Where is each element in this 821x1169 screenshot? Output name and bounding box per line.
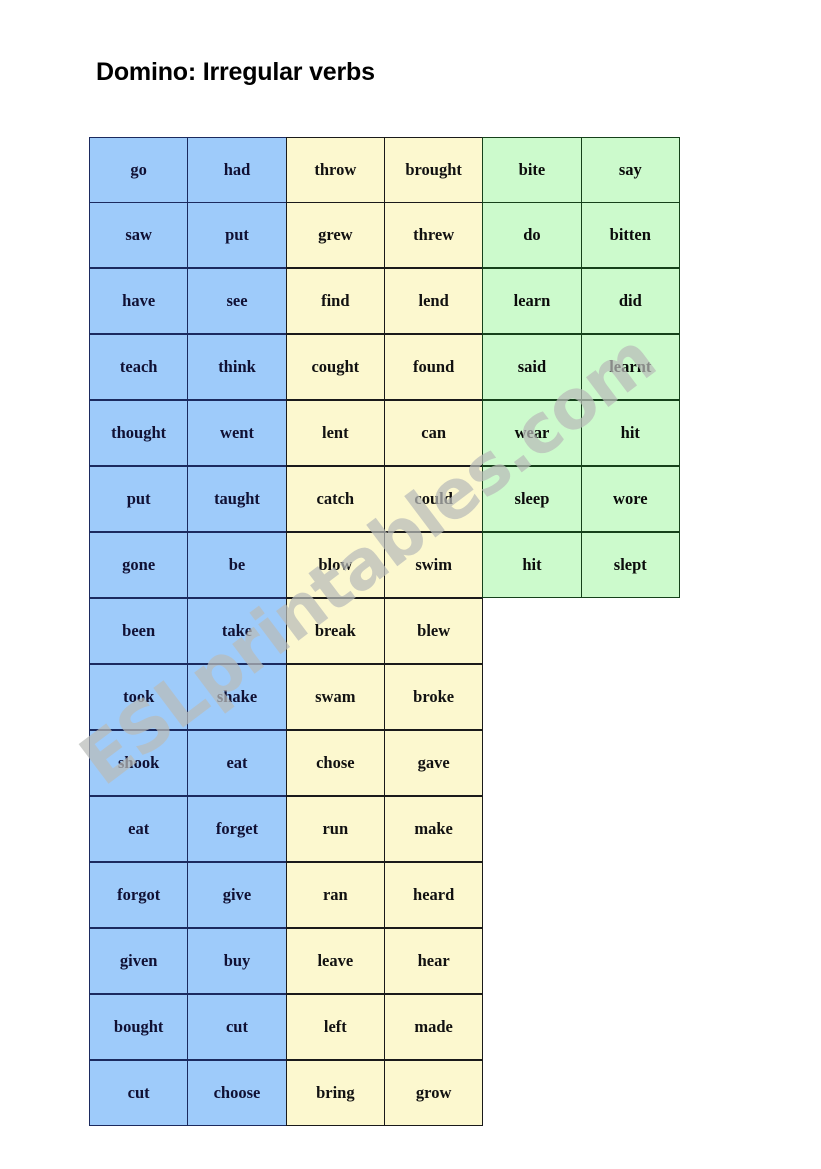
domino-cell: teach bbox=[89, 334, 189, 400]
domino-grid: go had throw brought bite say saw put grew threw d… bbox=[89, 137, 685, 1127]
domino-cell: blew bbox=[383, 598, 484, 664]
domino-cell: think bbox=[187, 334, 287, 400]
domino-row: teach think cought found said learnt bbox=[89, 334, 685, 401]
domino-row: been take break blew bbox=[89, 598, 685, 665]
domino-cell: had bbox=[187, 137, 287, 203]
domino-cell: lent bbox=[285, 400, 385, 466]
domino-cell: learn bbox=[482, 268, 582, 334]
domino-cell: blow bbox=[285, 532, 385, 598]
domino-cell: have bbox=[89, 268, 189, 334]
domino-cell: went bbox=[187, 400, 287, 466]
domino-cell: eat bbox=[89, 796, 189, 862]
domino-cell: give bbox=[187, 862, 287, 928]
domino-row: shook eat chose gave bbox=[89, 730, 685, 797]
domino-row: go had throw brought bite say bbox=[89, 137, 685, 203]
domino-cell: bite bbox=[482, 137, 582, 203]
domino-cell: see bbox=[187, 268, 287, 334]
domino-cell: bring bbox=[285, 1060, 385, 1126]
domino-cell: shook bbox=[89, 730, 189, 796]
domino-cell: heard bbox=[383, 862, 484, 928]
domino-cell: hit bbox=[482, 532, 582, 598]
domino-cell: been bbox=[89, 598, 189, 664]
domino-cell: sleep bbox=[482, 466, 582, 532]
domino-row: have see find lend learn did bbox=[89, 268, 685, 335]
domino-cell: buy bbox=[187, 928, 287, 994]
page-title: Domino: Irregular verbs bbox=[96, 58, 375, 86]
worksheet-page: Domino: Irregular verbs go had throw brough… bbox=[0, 0, 821, 1169]
domino-cell: wear bbox=[482, 400, 582, 466]
domino-cell: lend bbox=[383, 268, 484, 334]
domino-cell: say bbox=[580, 137, 680, 203]
domino-cell: wore bbox=[580, 466, 680, 532]
domino-cell: slept bbox=[580, 532, 680, 598]
domino-cell: swam bbox=[285, 664, 385, 730]
domino-cell: gave bbox=[383, 730, 484, 796]
domino-cell: hit bbox=[580, 400, 680, 466]
domino-cell: found bbox=[383, 334, 484, 400]
domino-cell: bitten bbox=[580, 202, 680, 268]
domino-cell: gone bbox=[89, 532, 189, 598]
domino-cell: grew bbox=[285, 202, 385, 268]
domino-cell: threw bbox=[383, 202, 484, 268]
domino-cell: run bbox=[285, 796, 385, 862]
domino-cell: left bbox=[285, 994, 385, 1060]
domino-cell: break bbox=[285, 598, 385, 664]
domino-cell: forget bbox=[187, 796, 287, 862]
domino-row: eat forget run make bbox=[89, 796, 685, 863]
domino-cell: could bbox=[383, 466, 484, 532]
domino-cell: made bbox=[383, 994, 484, 1060]
domino-row: bought cut left made bbox=[89, 994, 685, 1061]
domino-cell: swim bbox=[383, 532, 484, 598]
domino-cell: throw bbox=[285, 137, 385, 203]
domino-cell: make bbox=[383, 796, 484, 862]
domino-cell: said bbox=[482, 334, 582, 400]
domino-cell: brought bbox=[383, 137, 484, 203]
domino-cell: cut bbox=[187, 994, 287, 1060]
domino-cell: given bbox=[89, 928, 189, 994]
domino-cell: forgot bbox=[89, 862, 189, 928]
domino-cell: put bbox=[89, 466, 189, 532]
domino-cell: be bbox=[187, 532, 287, 598]
domino-cell: can bbox=[383, 400, 484, 466]
domino-cell: took bbox=[89, 664, 189, 730]
domino-cell: thought bbox=[89, 400, 189, 466]
domino-row: took shake swam broke bbox=[89, 664, 685, 731]
domino-cell: leave bbox=[285, 928, 385, 994]
domino-cell: take bbox=[187, 598, 287, 664]
domino-row: thought went lent can wear hit bbox=[89, 400, 685, 467]
domino-row: given buy leave hear bbox=[89, 928, 685, 995]
domino-cell: learnt bbox=[580, 334, 680, 400]
domino-cell: grow bbox=[383, 1060, 484, 1126]
domino-row: put taught catch could sleep wore bbox=[89, 466, 685, 533]
domino-cell: broke bbox=[383, 664, 484, 730]
domino-cell: did bbox=[580, 268, 680, 334]
domino-cell: do bbox=[482, 202, 582, 268]
domino-cell: taught bbox=[187, 466, 287, 532]
domino-cell: cought bbox=[285, 334, 385, 400]
domino-cell: ran bbox=[285, 862, 385, 928]
domino-cell: chose bbox=[285, 730, 385, 796]
domino-cell: cut bbox=[89, 1060, 189, 1126]
domino-row: gone be blow swim hit slept bbox=[89, 532, 685, 599]
domino-cell: hear bbox=[383, 928, 484, 994]
domino-cell: go bbox=[89, 137, 189, 203]
domino-cell: saw bbox=[89, 202, 189, 268]
domino-cell: find bbox=[285, 268, 385, 334]
domino-cell: eat bbox=[187, 730, 287, 796]
domino-cell: choose bbox=[187, 1060, 287, 1126]
domino-row: saw put grew threw do bitten bbox=[89, 202, 685, 269]
domino-cell: bought bbox=[89, 994, 189, 1060]
domino-cell: put bbox=[187, 202, 287, 268]
domino-row: cut choose bring grow bbox=[89, 1060, 685, 1127]
domino-row: forgot give ran heard bbox=[89, 862, 685, 929]
domino-cell: shake bbox=[187, 664, 287, 730]
domino-cell: catch bbox=[285, 466, 385, 532]
